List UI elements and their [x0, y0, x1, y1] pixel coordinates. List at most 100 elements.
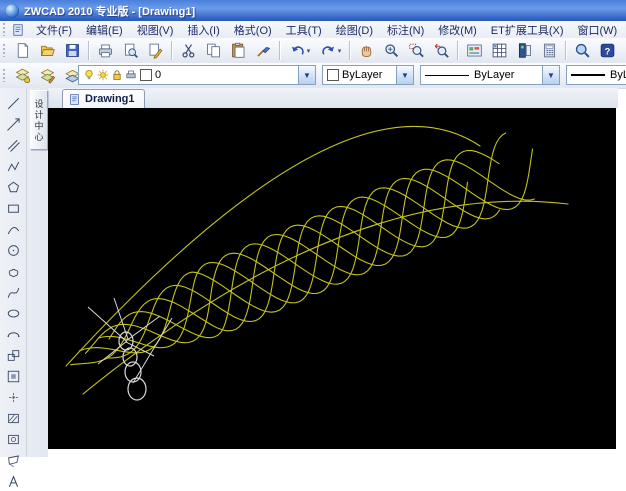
- layer-tool-2-button[interactable]: [36, 64, 59, 87]
- tool-region-button[interactable]: [1, 429, 25, 449]
- bulb-state[interactable]: [83, 69, 95, 81]
- spline-entity[interactable]: [70, 177, 501, 366]
- tool-palette-icon: [516, 42, 533, 59]
- standard-toolbar: [0, 38, 626, 64]
- tool-mline-button[interactable]: [1, 135, 25, 155]
- cut-button[interactable]: [177, 39, 200, 62]
- menubar-grip[interactable]: [2, 23, 7, 36]
- layer-tool-1-button[interactable]: [11, 64, 34, 87]
- find-button[interactable]: [571, 39, 594, 62]
- toolbar-separator: [88, 41, 90, 60]
- menu-et-tools[interactable]: ET扩展工具(X): [484, 21, 571, 39]
- paste-button[interactable]: [227, 39, 250, 62]
- tool-insert-block-button[interactable]: [1, 345, 25, 365]
- rectangle-icon: [6, 201, 21, 216]
- menu-tools[interactable]: 工具(T): [279, 21, 329, 39]
- tool-arc-button[interactable]: [1, 219, 25, 239]
- preview-button[interactable]: [119, 39, 142, 62]
- open-button[interactable]: [36, 39, 59, 62]
- sun-state[interactable]: [97, 69, 109, 81]
- mini-print-state[interactable]: [125, 69, 137, 81]
- menu-modify[interactable]: 修改(M): [431, 21, 484, 39]
- tool-wipeout-button[interactable]: [1, 450, 25, 470]
- menu-window[interactable]: 窗口(W): [571, 21, 625, 39]
- tool-pline-button[interactable]: [1, 156, 25, 176]
- tool-point-button[interactable]: [1, 387, 25, 407]
- document-tab-bar: Drawing1: [48, 88, 618, 108]
- layer-combo-dropdown-icon[interactable]: ▼: [298, 66, 315, 84]
- color-combo-dropdown-icon[interactable]: ▼: [396, 66, 413, 84]
- pan-button[interactable]: [355, 39, 378, 62]
- xline-icon: [6, 117, 21, 132]
- linetype-combo[interactable]: ByLayer ▼: [420, 65, 560, 85]
- color-combo[interactable]: ByLayer ▼: [322, 65, 414, 85]
- menu-insert[interactable]: 插入(I): [180, 21, 226, 39]
- tool-line-button[interactable]: [1, 93, 25, 113]
- help-button[interactable]: [596, 39, 619, 62]
- layer-combo[interactable]: 0 ▼: [78, 65, 316, 85]
- line-entity[interactable]: [113, 297, 129, 340]
- lock-state[interactable]: [111, 69, 123, 81]
- line-entity[interactable]: [125, 315, 161, 342]
- lineweight-combo[interactable]: ByLayer ▼: [566, 65, 626, 85]
- calculator-button[interactable]: [538, 39, 561, 62]
- tool-revcloud-button[interactable]: [1, 261, 25, 281]
- tool-polygon-button[interactable]: [1, 177, 25, 197]
- tool-text-button[interactable]: [1, 471, 25, 491]
- lock-icon: [111, 69, 123, 81]
- line-entity[interactable]: [97, 340, 128, 365]
- document-icon: [11, 23, 25, 37]
- publish-button[interactable]: [144, 39, 167, 62]
- linetype-combo-dropdown-icon[interactable]: ▼: [542, 66, 559, 84]
- menu-file[interactable]: 文件(F): [29, 21, 79, 39]
- model-space[interactable]: [48, 108, 616, 449]
- undo-button[interactable]: [285, 39, 314, 62]
- current-color: ByLayer: [342, 69, 383, 81]
- properties-toolbar-grip[interactable]: [2, 69, 7, 82]
- layer-manager-button[interactable]: [488, 39, 511, 62]
- print-button[interactable]: [94, 39, 117, 62]
- tool-make-block-button[interactable]: [1, 366, 25, 386]
- tab-drawing1[interactable]: Drawing1: [62, 89, 145, 108]
- zoom-window-button[interactable]: [405, 39, 428, 62]
- menu-edit[interactable]: 编辑(E): [79, 21, 130, 39]
- new-button[interactable]: [11, 39, 34, 62]
- window-title: ZWCAD 2010 专业版 - [Drawing1]: [24, 5, 196, 18]
- match-icon: [255, 42, 272, 59]
- menu-format[interactable]: 格式(O): [227, 21, 279, 39]
- make-block-icon: [6, 369, 21, 384]
- menu-draw[interactable]: 绘图(D): [329, 21, 380, 39]
- drawing-canvas[interactable]: [48, 108, 616, 449]
- properties-toolbar: 0 ▼ ByLayer ▼ ByLayer ▼ ByLayer ▼: [0, 63, 626, 89]
- design-center-button[interactable]: [463, 39, 486, 62]
- collapsed-panel-tab[interactable]: 设计中心: [30, 90, 48, 150]
- spline-entity[interactable]: [84, 181, 469, 354]
- preview-icon: [122, 42, 139, 59]
- mini-print-icon: [125, 69, 137, 81]
- match-button[interactable]: [252, 39, 275, 62]
- tool-xline-button[interactable]: [1, 114, 25, 134]
- tool-circle-button[interactable]: [1, 240, 25, 260]
- ellipse-arc-icon: [6, 327, 21, 342]
- spline-entity[interactable]: [98, 149, 500, 349]
- tool-hatch-button[interactable]: [1, 408, 25, 428]
- save-button[interactable]: [61, 39, 84, 62]
- tool-palette-button[interactable]: [513, 39, 536, 62]
- menu-dimension[interactable]: 标注(N): [380, 21, 431, 39]
- tool-rectangle-button[interactable]: [1, 198, 25, 218]
- app-logo-icon: [5, 3, 19, 18]
- tool-spline-button[interactable]: [1, 282, 25, 302]
- copy-button[interactable]: [202, 39, 225, 62]
- zoom-realtime-button[interactable]: [380, 39, 403, 62]
- envelope-curve-entity[interactable]: [82, 200, 569, 395]
- spline-entity[interactable]: [106, 148, 534, 359]
- tool-ellipse-button[interactable]: [1, 303, 25, 323]
- zoom-previous-button[interactable]: [430, 39, 453, 62]
- spline-entity[interactable]: [108, 132, 507, 340]
- save-icon: [64, 42, 81, 59]
- menu-view[interactable]: 视图(V): [130, 21, 181, 39]
- standard-toolbar-grip[interactable]: [2, 44, 7, 57]
- linetype-sample: [425, 74, 469, 76]
- redo-button[interactable]: [316, 39, 345, 62]
- tool-ellipse-arc-button[interactable]: [1, 324, 25, 344]
